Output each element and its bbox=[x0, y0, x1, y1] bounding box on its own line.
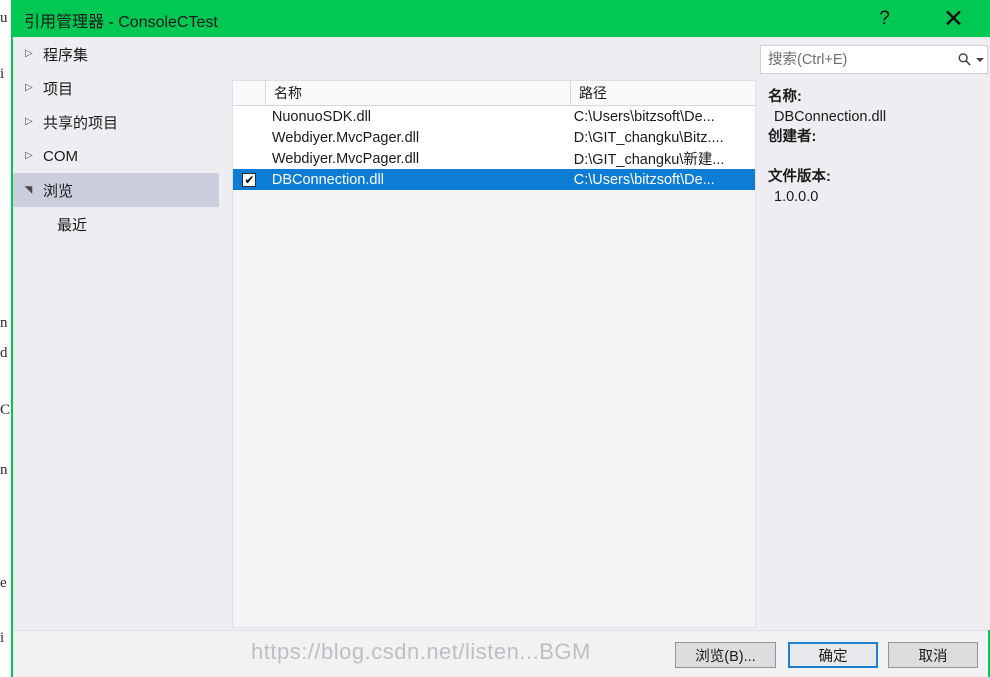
row-name-cell: Webdiyer.MvcPager.dll bbox=[271, 150, 420, 167]
row-path-cell: C:\Users\bitzsoft\De... bbox=[573, 171, 715, 188]
checkbox-checked-icon[interactable]: ✔ bbox=[242, 172, 257, 187]
sidebar-item-label: COM bbox=[43, 147, 78, 165]
sidebar-item-5[interactable]: 最近 bbox=[13, 207, 219, 241]
chevron-expanded-icon[interactable] bbox=[25, 185, 43, 195]
list-header-row: 名称 路径 bbox=[233, 81, 755, 106]
details-panel: 名称: DBConnection.dll 创建者: 文件版本: 1.0.0.0 bbox=[756, 37, 990, 630]
category-sidebar: 程序集项目共享的项目 COM 浏览最近 bbox=[13, 37, 219, 630]
detail-author-label: 创建者: bbox=[768, 129, 817, 145]
chevron-down-icon[interactable] bbox=[976, 57, 984, 62]
sidebar-item-label: 最近 bbox=[57, 216, 88, 234]
sidebar-item-4[interactable]: 浏览 bbox=[13, 173, 219, 207]
column-header-checkbox[interactable] bbox=[233, 81, 266, 105]
detail-name-label: 名称: bbox=[768, 89, 802, 105]
row-name-cell: Webdiyer.MvcPager.dll bbox=[271, 129, 420, 146]
dialog-footer: 浏览(B)... 确定 取消 bbox=[13, 630, 988, 677]
sidebar-item-0[interactable]: 程序集 bbox=[13, 37, 219, 71]
list-body: NuonuoSDK.dll C:\Users\bitzsoft\De... Webd… bbox=[233, 106, 755, 190]
detail-version-label: 文件版本: bbox=[768, 169, 831, 185]
ok-button[interactable]: 确定 bbox=[788, 642, 878, 668]
chevron-collapsed-icon[interactable] bbox=[25, 83, 43, 93]
sidebar-item-label: 浏览 bbox=[43, 182, 74, 200]
cancel-button[interactable]: 取消 bbox=[888, 642, 978, 668]
row-checkbox-cell[interactable] bbox=[233, 110, 266, 124]
table-row[interactable]: Webdiyer.MvcPager.dll D:\GIT_changku\Bitz… bbox=[233, 127, 755, 148]
column-header-path[interactable]: 路径 bbox=[571, 81, 755, 105]
table-row[interactable]: NuonuoSDK.dll C:\Users\bitzsoft\De... bbox=[233, 106, 755, 127]
assembly-list-panel: 名称 路径 NuonuoSDK.dll C:\Users\bitzsoft\De.… bbox=[232, 80, 756, 628]
row-name-cell: NuonuoSDK.dll bbox=[271, 108, 372, 125]
row-checkbox-cell[interactable] bbox=[233, 131, 266, 145]
table-row[interactable]: Webdiyer.MvcPager.dll D:\GIT_changku\新建..… bbox=[233, 148, 755, 169]
table-row[interactable]: ✔ DBConnection.dll C:\Users\bitzsoft\De... bbox=[233, 169, 755, 190]
browse-button[interactable]: 浏览(B)... bbox=[675, 642, 776, 668]
row-checkbox-cell[interactable] bbox=[233, 152, 266, 166]
sidebar-item-label: 共享的项目 bbox=[43, 114, 119, 132]
chevron-collapsed-icon[interactable] bbox=[25, 151, 43, 161]
search-icon-group[interactable] bbox=[957, 52, 990, 67]
sidebar-item-3[interactable]: COM bbox=[13, 139, 219, 173]
chevron-collapsed-icon[interactable] bbox=[25, 117, 43, 127]
search-box[interactable] bbox=[760, 45, 988, 74]
dialog-titlebar: 引用管理器 - ConsoleCTest ? ✕ bbox=[13, 0, 988, 37]
reference-manager-dialog: 引用管理器 - ConsoleCTest ? ✕ 程序集项目共享的项目 COM 浏览… bbox=[11, 0, 990, 677]
search-icon[interactable] bbox=[957, 52, 972, 67]
row-checkbox-cell[interactable]: ✔ bbox=[233, 172, 266, 187]
help-icon[interactable]: ? bbox=[862, 0, 907, 37]
detail-name-value: DBConnection.dll bbox=[774, 109, 887, 125]
column-header-name[interactable]: 名称 bbox=[266, 81, 571, 105]
chevron-collapsed-icon[interactable] bbox=[25, 49, 43, 59]
sidebar-item-2[interactable]: 共享的项目 bbox=[13, 105, 219, 139]
sidebar-item-label: 程序集 bbox=[43, 46, 89, 64]
search-input[interactable] bbox=[761, 50, 957, 69]
detail-author-value bbox=[768, 147, 983, 167]
row-path-cell: C:\Users\bitzsoft\De... bbox=[573, 108, 715, 125]
detail-version-value: 1.0.0.0 bbox=[774, 189, 819, 205]
sidebar-item-1[interactable]: 项目 bbox=[13, 71, 219, 105]
row-path-cell: D:\GIT_changku\Bitz.... bbox=[573, 129, 724, 146]
row-name-cell: DBConnection.dll bbox=[271, 171, 384, 188]
close-icon[interactable]: ✕ bbox=[931, 0, 976, 37]
details-content: 名称: DBConnection.dll 创建者: 文件版本: 1.0.0.0 bbox=[768, 87, 983, 207]
dialog-title: 引用管理器 - ConsoleCTest bbox=[24, 14, 218, 31]
row-path-cell: D:\GIT_changku\新建... bbox=[573, 152, 725, 168]
sidebar-item-label: 项目 bbox=[43, 80, 74, 98]
